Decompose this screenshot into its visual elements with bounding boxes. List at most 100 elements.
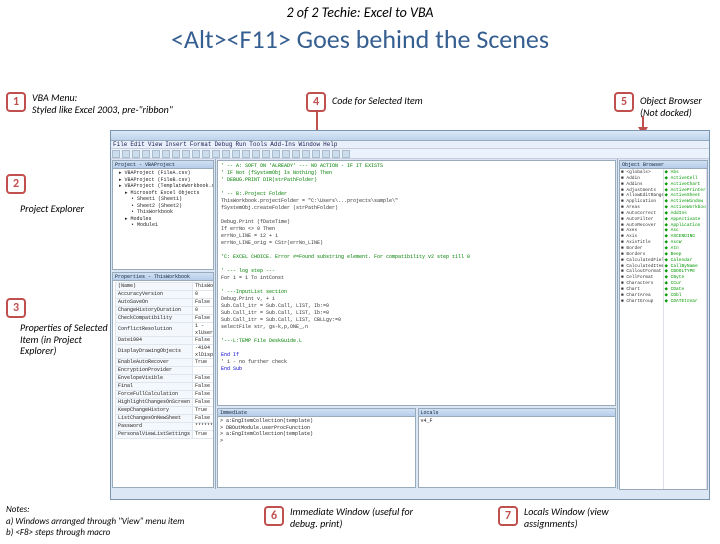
menu-item-debug[interactable]: Debug: [214, 141, 232, 148]
object-browser-pane[interactable]: Object Browser ■ <globals>■ Addin■ Addin…: [619, 160, 708, 490]
code-line: [221, 282, 612, 289]
properties-table[interactable]: (Name)ThisWorkbookAccuracyVersion0AutoSa…: [115, 282, 213, 439]
toolbar-button-3[interactable]: [142, 150, 150, 158]
toolbar-button-14[interactable]: [252, 150, 260, 158]
obj-member-item[interactable]: ◆ AppActivate: [665, 217, 706, 223]
property-row[interactable]: PersonalViewListSettingsTrue: [116, 431, 214, 439]
callout-6-text: Immediate Window (useful for debug. prin…: [290, 506, 420, 529]
toolbar-button-6[interactable]: [172, 150, 180, 158]
property-row[interactable]: KeepChangeHistoryTrue: [116, 407, 214, 415]
toolbar-button-23[interactable]: [342, 150, 350, 158]
code-line: ThisWorkbook.projectFolder = "C:\Users\.…: [221, 198, 612, 205]
property-row[interactable]: EnableAutoRecoverTrue: [116, 359, 214, 367]
code-line: selectFile str, gs-k,p,ONE_,n: [221, 324, 612, 331]
toolbar-button-22[interactable]: [332, 150, 340, 158]
object-browser-members[interactable]: ◆ Abs◆ ActiveCell◆ ActiveChart◆ ActivePr…: [664, 169, 708, 489]
obj-class-item[interactable]: ■ ChartGroup: [621, 299, 662, 305]
property-row[interactable]: ForceFullCalculationFalse: [116, 391, 214, 399]
property-row[interactable]: (Name)ThisWorkbook: [116, 283, 214, 291]
project-tree-item[interactable]: ▸ VBAProject (TemplateWorkbook.xlsm): [115, 183, 211, 190]
toolbar-button-19[interactable]: [302, 150, 310, 158]
callout-4-num: 4: [306, 92, 326, 112]
obj-member-item[interactable]: ◆ ActiveChart: [665, 182, 706, 188]
locals-content: v4_F: [419, 417, 616, 426]
callout-4: 4 Code for Selected Item: [306, 92, 423, 112]
menu-item-insert[interactable]: Insert: [165, 141, 187, 148]
property-row[interactable]: EnvelopeVisibleFalse: [116, 375, 214, 383]
toolbar-button-8[interactable]: [192, 150, 200, 158]
project-tree-item[interactable]: • Module1: [115, 222, 211, 229]
ide-toolbar[interactable]: [111, 149, 709, 159]
menu-item-edit[interactable]: Edit: [130, 141, 144, 148]
property-row[interactable]: DisplayDrawingObjects-4104 - xlDisplaySh…: [116, 345, 214, 359]
slide-overline: 2 of 2 Techie: Excel to VBA: [0, 4, 720, 21]
properties-pane[interactable]: Properties - ThisWorkbook (Name)ThisWork…: [112, 272, 214, 488]
toolbar-button-17[interactable]: [282, 150, 290, 158]
toolbar-button-12[interactable]: [232, 150, 240, 158]
property-row[interactable]: EncryptionProvider: [116, 367, 214, 375]
property-row[interactable]: ListChangesOnNewSheetFalse: [116, 415, 214, 423]
ide-titlebar[interactable]: [111, 131, 709, 141]
callout-5: 5 Object Browser (Not docked): [614, 92, 720, 118]
toolbar-button-16[interactable]: [272, 150, 280, 158]
toolbar-button-5[interactable]: [162, 150, 170, 158]
immediate-window[interactable]: Immediate > a:EngItemCollection(template…: [217, 408, 416, 488]
vba-ide-window: FileEdit ViewInsertFormatDebugRunToolsAdd…: [110, 130, 710, 500]
callout-7-num: 7: [498, 506, 518, 526]
notes-block: Notes: a) Windows arranged through "View…: [6, 504, 186, 538]
obj-member-item[interactable]: ◆ CDATEtoVar: [665, 299, 706, 305]
menu-item-run[interactable]: Run: [235, 141, 246, 148]
callout-3: 3: [6, 298, 32, 318]
property-row[interactable]: ConflictResolution1 - xlUserResolution: [116, 323, 214, 337]
property-row[interactable]: CheckCompatibilityFalse: [116, 315, 214, 323]
toolbar-button-20[interactable]: [312, 150, 320, 158]
property-row[interactable]: AccuracyVersion0: [116, 291, 214, 299]
property-row[interactable]: ChangeHistoryDuration0: [116, 307, 214, 315]
code-line: '---L:TEMP File DeskGuide.L: [221, 338, 612, 345]
property-row[interactable]: HighlightChangesOnScreenFalse: [116, 399, 214, 407]
locals-window[interactable]: Locals v4_F: [418, 408, 617, 488]
toolbar-button-10[interactable]: [212, 150, 220, 158]
object-browser-classes[interactable]: ■ <globals>■ Addin■ Addins■ Adjustments■…: [620, 169, 664, 489]
toolbar-button-13[interactable]: [242, 150, 250, 158]
property-row[interactable]: Date1904False: [116, 337, 214, 345]
menu-item-file[interactable]: File: [113, 141, 127, 148]
code-line: End Sub: [221, 366, 612, 373]
immediate-header: Immediate: [218, 409, 415, 417]
ide-menubar[interactable]: FileEdit ViewInsertFormatDebugRunToolsAdd…: [111, 141, 709, 149]
notes-line-a: a) Windows arranged through "View" menu …: [6, 516, 186, 527]
property-row[interactable]: AutoSaveOnFalse: [116, 299, 214, 307]
toolbar-button-21[interactable]: [322, 150, 330, 158]
menu-item-help[interactable]: Help: [323, 141, 337, 148]
toolbar-button-7[interactable]: [182, 150, 190, 158]
callout-3-text: Properties of Selected Item (in Project …: [20, 322, 110, 357]
immediate-content[interactable]: > a:EngItemCollection(template) > DBOutM…: [218, 417, 415, 445]
toolbar-button-15[interactable]: [262, 150, 270, 158]
toolbar-button-2[interactable]: [132, 150, 140, 158]
callout-4-text: Code for Selected Item: [332, 95, 423, 107]
code-line: If errNo <> 0 Then: [221, 226, 612, 233]
toolbar-button-18[interactable]: [292, 150, 300, 158]
menu-item-tools[interactable]: Tools: [249, 141, 267, 148]
property-row[interactable]: Password********: [116, 423, 214, 431]
obj-class-item[interactable]: ■ CalculatedFields: [621, 258, 662, 264]
project-explorer-pane[interactable]: Project - VBAProject ▸ VBAProject (FileA…: [112, 160, 214, 270]
toolbar-button-9[interactable]: [202, 150, 210, 158]
menu-item-view[interactable]: View: [148, 141, 162, 148]
callout-2-text: Project Explorer: [20, 202, 84, 215]
obj-class-item[interactable]: ■ AutoCorrect: [621, 211, 662, 217]
callout-5-text: Object Browser (Not docked): [640, 95, 720, 118]
toolbar-button-0[interactable]: [112, 150, 120, 158]
menu-item-format[interactable]: Format: [190, 141, 212, 148]
toolbar-button-11[interactable]: [222, 150, 230, 158]
code-line: ' ---InputList section: [221, 289, 612, 296]
notes-heading: Notes:: [6, 504, 186, 515]
menu-item-window[interactable]: Window: [299, 141, 321, 148]
code-pane[interactable]: ' -- A: SOFT ON 'ALREADY' --- NO ACTION …: [217, 160, 616, 406]
code-line: errNo_LINE_orig = CStr(errNo_LINE): [221, 240, 612, 247]
toolbar-button-1[interactable]: [122, 150, 130, 158]
toolbar-button-4[interactable]: [152, 150, 160, 158]
property-row[interactable]: FinalFalse: [116, 383, 214, 391]
menu-item-add-ins[interactable]: Add-Ins: [270, 141, 295, 148]
callout-6-num: 6: [264, 506, 284, 526]
